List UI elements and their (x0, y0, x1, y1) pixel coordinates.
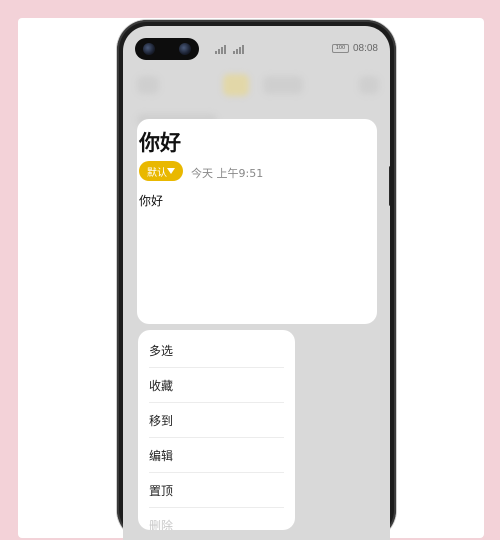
category-tag[interactable]: 默认 (139, 161, 183, 181)
note-preview-card[interactable]: 你好 默认 今天 上午9:51 你好 (137, 119, 377, 324)
menu-item-pin[interactable]: 置顶 (149, 473, 284, 508)
menu-item-favorite[interactable]: 收藏 (149, 368, 284, 403)
battery-icon: 100 (331, 44, 349, 53)
volume-button (389, 166, 390, 206)
status-time: 08:08 (352, 43, 378, 54)
status-indicators: 100 08:08 (331, 43, 378, 54)
note-timestamp: 今天 上午9:51 (191, 167, 264, 180)
camera-lens (179, 43, 191, 55)
menu-item-move[interactable]: 移到 (149, 403, 284, 438)
blurred-tab (263, 76, 303, 94)
chevron-down-icon (167, 168, 175, 174)
note-title: 你好 (139, 131, 181, 155)
category-label: 默认 (147, 167, 167, 179)
note-body: 你好 (139, 194, 164, 208)
front-camera (135, 38, 199, 60)
context-menu: 多选 收藏 移到 编辑 置顶 删除 (138, 330, 295, 530)
menu-item-delete[interactable]: 删除 (149, 508, 284, 531)
menu-item-edit[interactable]: 编辑 (149, 438, 284, 473)
blurred-more-icon (359, 76, 379, 94)
signal-icon (215, 44, 226, 54)
camera-lens (143, 43, 155, 55)
signal-icon (233, 44, 244, 54)
blurred-folder-icon (223, 74, 249, 96)
menu-item-multiselect[interactable]: 多选 (149, 333, 284, 368)
blurred-back-icon (137, 76, 159, 94)
